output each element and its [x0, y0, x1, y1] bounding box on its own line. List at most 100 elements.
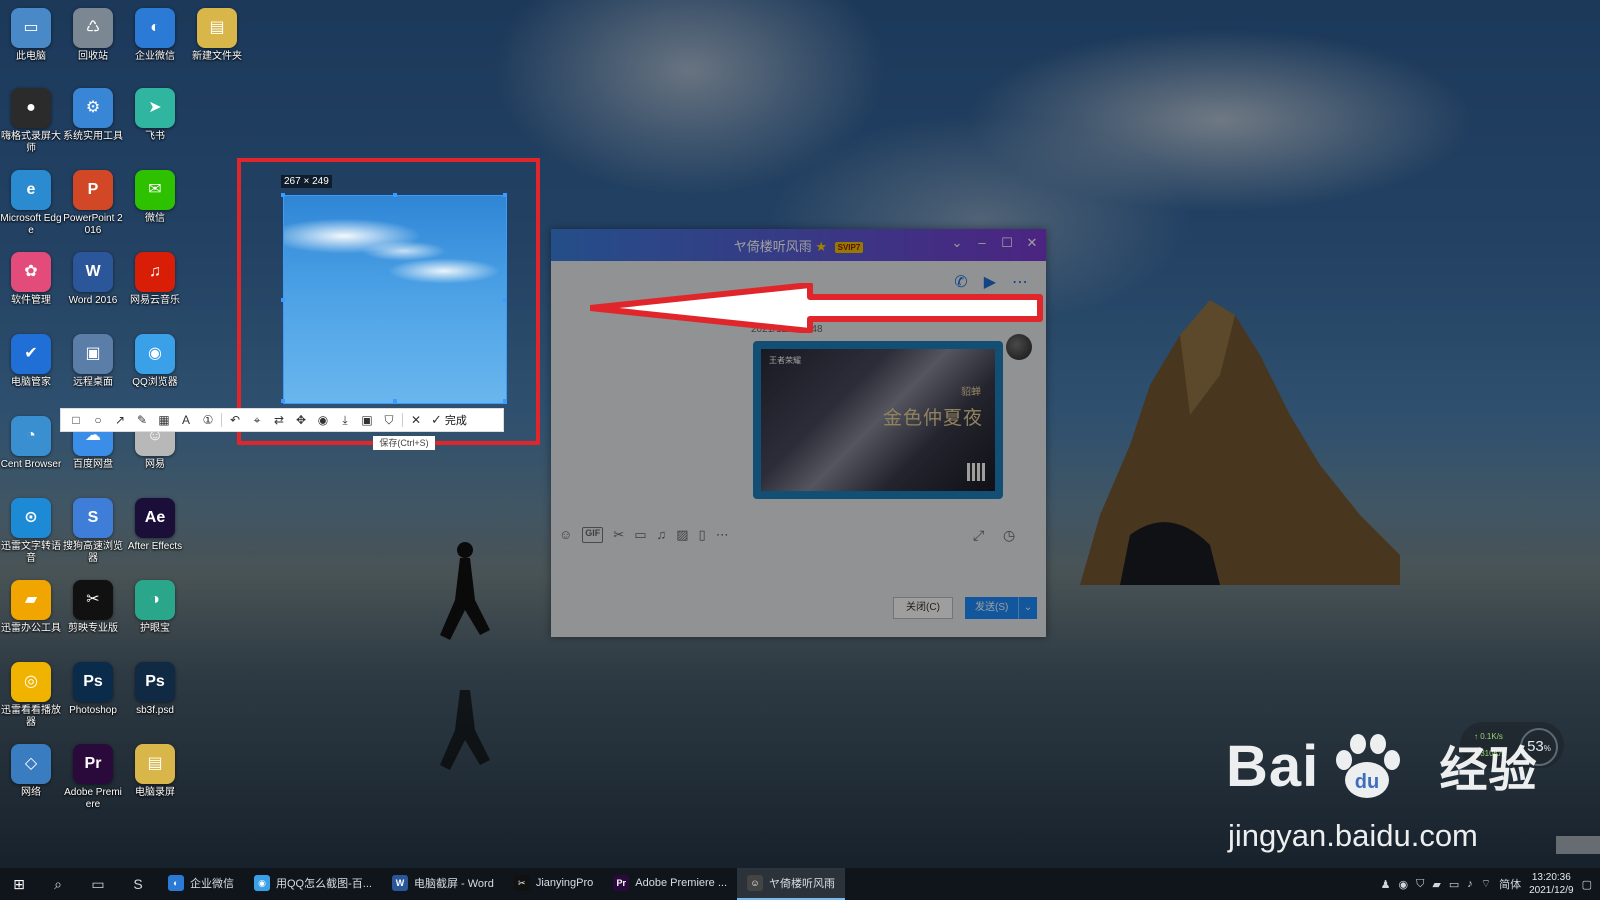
chevron-down-icon[interactable]: ⌄	[1018, 597, 1037, 619]
gif-button[interactable]: GIF	[582, 527, 604, 543]
screenshot-scissors-icon[interactable]: ✂	[613, 527, 624, 543]
close-chat-button[interactable]: 关闭(C)	[893, 597, 953, 619]
desktop-icon[interactable]: Ae After Effects	[124, 498, 186, 553]
rectangle-tool-icon[interactable]: □	[65, 410, 87, 430]
tray-app-icon[interactable]: ♟	[1381, 878, 1391, 891]
undo-tool-icon[interactable]: ↶	[224, 410, 246, 430]
close-icon[interactable]: ✕	[1022, 235, 1042, 251]
desktop-icon[interactable]: ▣ 远程桌面	[62, 334, 124, 389]
cancel-tool-icon[interactable]: ✕	[405, 410, 427, 430]
desktop-icon[interactable]: ⊙ 迅雷文字转语音	[0, 498, 62, 565]
task-view-icon[interactable]: ▭	[78, 876, 118, 893]
taskbar-app-label: 企业微信	[190, 878, 234, 890]
desktop-icon[interactable]: ✉ 微信	[124, 170, 186, 225]
taskbar-app[interactable]: W 电脑截屏 - Word	[382, 868, 504, 900]
emoji-icon[interactable]: ☺	[559, 527, 572, 543]
taskbar-app[interactable]: Pr Adobe Premiere ...	[603, 868, 737, 900]
desktop-icon[interactable]: Ps sb3f.psd	[124, 662, 186, 717]
screen-record-tool-icon[interactable]: ◉	[312, 410, 334, 430]
network-icon[interactable]: ▭	[1449, 878, 1459, 891]
desktop-icon[interactable]: ● 嗨格式录屏大师	[0, 88, 62, 155]
desktop-icon[interactable]: ◇ 网络	[0, 744, 62, 799]
ime-indicator[interactable]: 简体	[1499, 876, 1521, 892]
desktop-icon[interactable]: ♺ 回收站	[62, 8, 124, 63]
done-button[interactable]: ✓ 完成	[431, 412, 467, 428]
desktop-icon[interactable]: ➤ 飞书	[124, 88, 186, 143]
minimize-icon[interactable]: –	[972, 235, 992, 250]
avatar[interactable]	[1006, 334, 1032, 360]
desktop-icon[interactable]: ▭ 此电脑	[0, 8, 62, 63]
volume-icon[interactable]: ♪	[1467, 878, 1473, 890]
resize-handle[interactable]	[503, 193, 507, 197]
pen-tool-icon[interactable]: ✎	[131, 410, 153, 430]
resize-handle[interactable]	[393, 399, 397, 403]
taskbar-app[interactable]: ✂ JianyingPro	[504, 868, 603, 900]
pin-tool-icon[interactable]: ✥	[290, 410, 312, 430]
notification-icon[interactable]: ▢	[1582, 878, 1592, 891]
chevron-down-icon[interactable]: ⌄	[947, 235, 967, 251]
screen-share-icon[interactable]: ▯	[699, 527, 706, 543]
desktop-icon[interactable]: ◔ Cent Browser	[0, 416, 62, 471]
send-button[interactable]: 发送(S) ⌄	[965, 597, 1037, 619]
desktop-icon[interactable]: Pr Adobe Premiere	[62, 744, 124, 811]
taskbar-app[interactable]: ☺ ヤ倚楼听风雨	[737, 868, 846, 900]
ocr-tool-icon[interactable]: ⌖	[246, 410, 268, 430]
taskbar-app[interactable]: ◐ 企业微信	[158, 868, 244, 900]
mosaic-tool-icon[interactable]: ▦	[153, 410, 175, 430]
maximize-icon[interactable]: ☐	[997, 235, 1017, 251]
resize-handle[interactable]	[281, 193, 285, 197]
desktop-icon[interactable]: ♫ 网易云音乐	[124, 252, 186, 307]
desktop-icon[interactable]: S 搜狗高速浏览器	[62, 498, 124, 565]
resize-handle[interactable]	[281, 399, 285, 403]
taskbar-app[interactable]: ◉ 用QQ怎么截图-百...	[244, 868, 382, 900]
desktop-icon[interactable]: ✿ 软件管理	[0, 252, 62, 307]
music-icon[interactable]: ♫	[656, 527, 666, 543]
tray-nvidia-icon[interactable]: ▰	[1432, 878, 1440, 891]
wifi-icon[interactable]: ⌔	[1481, 877, 1491, 891]
desktop-icon-label: 护眼宝	[140, 623, 170, 634]
resize-handle[interactable]	[393, 193, 397, 197]
bookmark-tool-icon[interactable]: ⛉	[378, 410, 400, 430]
desktop-icon[interactable]: ✔ 电脑管家	[0, 334, 62, 389]
windows-start-icon[interactable]: ⊞	[0, 876, 38, 893]
number-tool-icon[interactable]: ①	[197, 410, 219, 430]
desktop-icon[interactable]: ✂ 剪映专业版	[62, 580, 124, 635]
desktop-icon[interactable]: e Microsoft Edge	[0, 170, 62, 237]
resize-handle[interactable]	[503, 298, 507, 302]
desktop-icon-label: 百度网盘	[73, 459, 113, 470]
desktop-icon[interactable]: W Word 2016	[62, 252, 124, 307]
resize-handle[interactable]	[281, 298, 285, 302]
download-tool-icon[interactable]: ⤓	[334, 410, 356, 430]
desktop-icon[interactable]: ▤ 新建文件夹	[186, 8, 248, 63]
history-icon[interactable]: ◷	[1003, 527, 1015, 544]
folder-icon[interactable]: ▭	[634, 527, 646, 543]
resize-handle[interactable]	[503, 399, 507, 403]
search-icon[interactable]: ⌕	[38, 876, 78, 893]
message-image[interactable]: 王者荣耀 貂蝉 金色仲夏夜	[753, 341, 1003, 499]
desktop-icon-label: 嗨格式录屏大师	[1, 131, 61, 154]
taskbar-app-label: 用QQ怎么截图-百...	[276, 878, 372, 890]
arrow-tool-icon[interactable]: ↗	[109, 410, 131, 430]
shield-icon[interactable]: ⛉	[1416, 878, 1424, 891]
desktop-icon[interactable]: ▰ 迅雷办公工具	[0, 580, 62, 635]
desktop-icon[interactable]: Ps Photoshop	[62, 662, 124, 717]
poster-title: 金色仲夏夜	[882, 407, 983, 429]
desktop-icon[interactable]: P PowerPoint 2016	[62, 170, 124, 237]
tray-qq-icon[interactable]: ◉	[1399, 878, 1409, 891]
ellipse-tool-icon[interactable]: ○	[87, 410, 109, 430]
image-icon[interactable]: ▨	[676, 527, 688, 543]
clock[interactable]: 13:20:36 2021/12/9	[1529, 871, 1574, 897]
save-tool-icon[interactable]: ▣	[356, 410, 378, 430]
text-tool-icon[interactable]: A	[175, 410, 197, 430]
more-tools-icon[interactable]: ⋯	[716, 527, 729, 543]
capture-selection[interactable]	[281, 193, 507, 404]
desktop-icon[interactable]: ◐ 企业微信	[124, 8, 186, 63]
desktop-icon[interactable]: ◉ QQ浏览器	[124, 334, 186, 389]
desktop-icon[interactable]: ▤ 电脑录屏	[124, 744, 186, 799]
desktop-icon[interactable]: ⚙ 系统实用工具	[62, 88, 124, 143]
expand-icon[interactable]: ⤢	[973, 527, 984, 544]
desktop-icon[interactable]: ◎ 迅雷看看播放器	[0, 662, 62, 729]
translate-tool-icon[interactable]: ⇄	[268, 410, 290, 430]
sogou-browser-icon[interactable]: S	[118, 876, 158, 892]
desktop-icon[interactable]: ◑ 护眼宝	[124, 580, 186, 635]
